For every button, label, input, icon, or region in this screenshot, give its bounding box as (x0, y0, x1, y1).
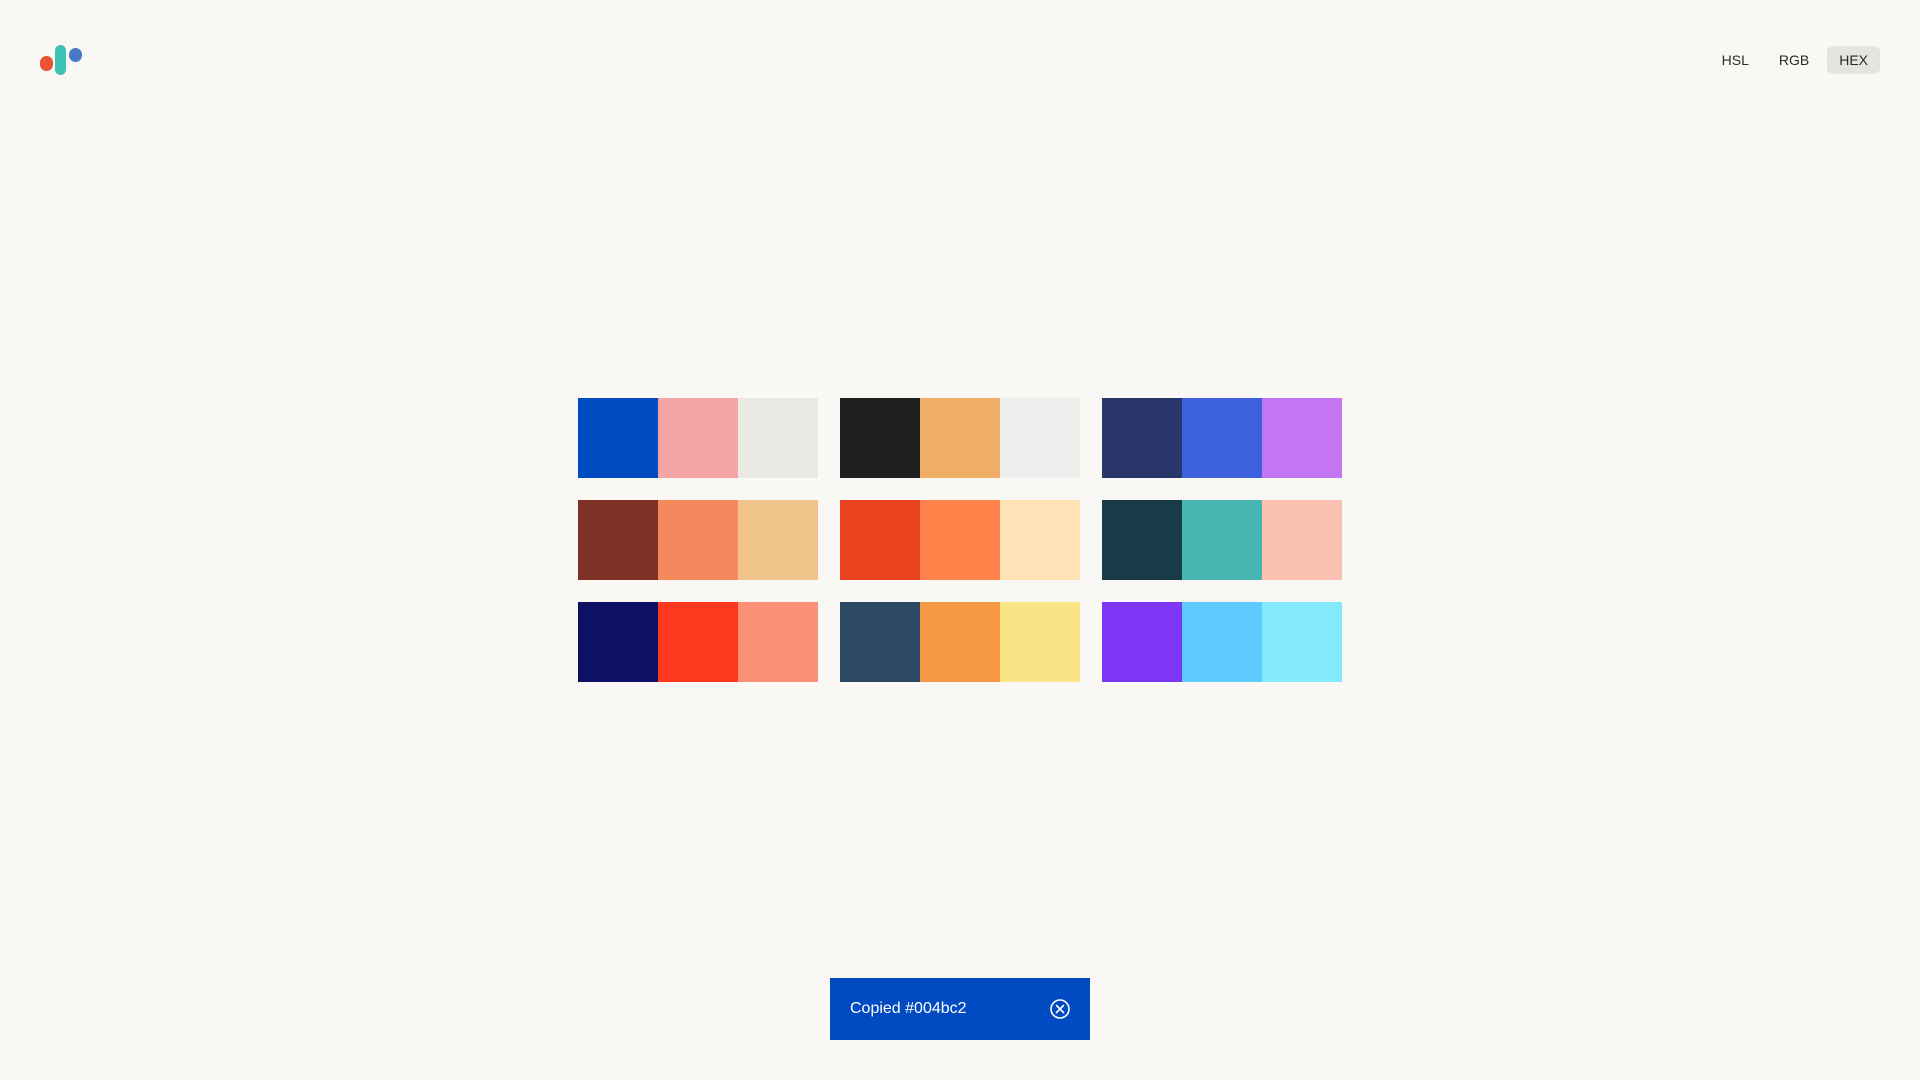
format-option-hex[interactable]: HEX (1827, 46, 1880, 74)
color-swatch[interactable] (1262, 398, 1342, 478)
color-swatch[interactable] (1000, 602, 1080, 682)
color-swatch[interactable] (738, 500, 818, 580)
app-page: HSL RGB HEX Copied #004bc2 (0, 0, 1920, 1080)
color-swatch[interactable] (1102, 500, 1182, 580)
palette-card[interactable] (1102, 398, 1342, 478)
palette-grid (578, 398, 1342, 682)
color-format-toggle: HSL RGB HEX (1710, 46, 1880, 74)
palette-card[interactable] (1102, 602, 1342, 682)
format-option-hsl[interactable]: HSL (1710, 46, 1761, 74)
color-swatch[interactable] (578, 500, 658, 580)
app-logo[interactable] (38, 44, 88, 78)
color-swatch[interactable] (1182, 500, 1262, 580)
palette-card[interactable] (578, 500, 818, 580)
logo-bar-center-icon (55, 45, 66, 75)
color-swatch[interactable] (1000, 398, 1080, 478)
close-circle-icon[interactable] (1048, 997, 1072, 1021)
color-swatch[interactable] (1102, 602, 1182, 682)
color-swatch[interactable] (738, 398, 818, 478)
color-swatch[interactable] (658, 602, 738, 682)
color-swatch[interactable] (578, 398, 658, 478)
color-swatch[interactable] (658, 398, 738, 478)
palette-card[interactable] (578, 398, 818, 478)
color-swatch[interactable] (578, 602, 658, 682)
color-swatch[interactable] (1000, 500, 1080, 580)
palette-card[interactable] (1102, 500, 1342, 580)
color-swatch[interactable] (920, 500, 1000, 580)
color-swatch[interactable] (1262, 602, 1342, 682)
palette-card[interactable] (840, 398, 1080, 478)
color-swatch[interactable] (840, 500, 920, 580)
color-swatch[interactable] (1182, 602, 1262, 682)
color-swatch[interactable] (840, 602, 920, 682)
color-swatch[interactable] (920, 602, 1000, 682)
logo-dot-left-icon (40, 56, 53, 71)
color-swatch[interactable] (1262, 500, 1342, 580)
toast-message: Copied #004bc2 (850, 1000, 967, 1017)
palette-card[interactable] (578, 602, 818, 682)
logo-dot-right-icon (69, 48, 82, 62)
color-swatch[interactable] (1102, 398, 1182, 478)
color-swatch[interactable] (658, 500, 738, 580)
format-option-rgb[interactable]: RGB (1767, 46, 1821, 74)
color-swatch[interactable] (738, 602, 818, 682)
color-swatch[interactable] (840, 398, 920, 478)
color-swatch[interactable] (1182, 398, 1262, 478)
color-swatch[interactable] (920, 398, 1000, 478)
copied-toast: Copied #004bc2 (830, 978, 1090, 1040)
palette-card[interactable] (840, 500, 1080, 580)
palette-card[interactable] (840, 602, 1080, 682)
